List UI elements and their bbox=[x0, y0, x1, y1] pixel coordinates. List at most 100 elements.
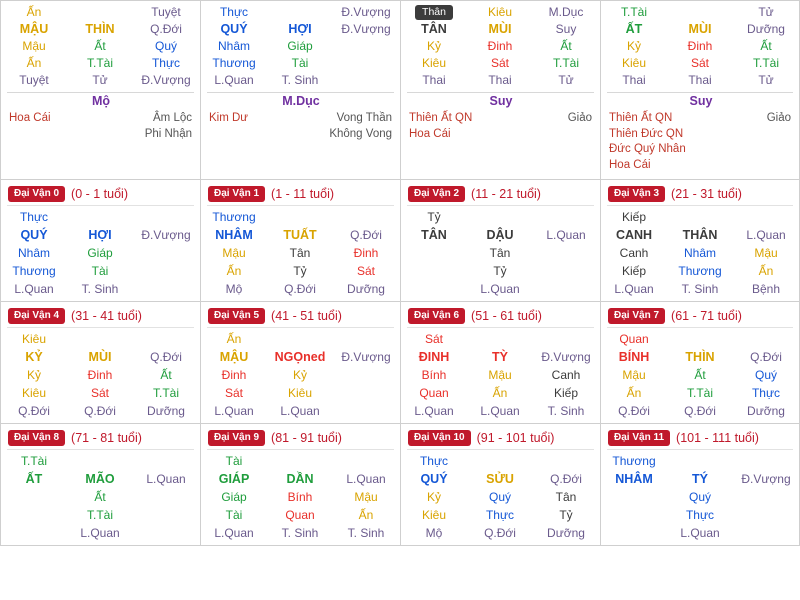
dai-van-term: QUÝ bbox=[420, 472, 448, 486]
dai-van-badge[interactable]: Đại Vận 7 bbox=[608, 307, 666, 324]
dai-van-divider bbox=[7, 449, 194, 450]
dai-van-term: T. Sinh bbox=[81, 282, 119, 296]
dai-van-divider bbox=[407, 205, 594, 206]
pillar-term: MẬU bbox=[19, 22, 49, 36]
dai-van-badge[interactable]: Đại Vận 2 bbox=[408, 185, 466, 202]
dai-van-term: Quý bbox=[754, 368, 777, 382]
dai-van-term: Thực bbox=[485, 508, 515, 522]
dai-van-term: Kiêu bbox=[21, 386, 47, 400]
dai-van-term: Kiếp bbox=[621, 210, 647, 224]
dai-van-badge[interactable]: Đại Vận 4 bbox=[8, 307, 66, 324]
dai-van-term: T.Tài bbox=[686, 386, 713, 400]
dai-van-term: Thực bbox=[751, 386, 781, 400]
than-marker: Thân bbox=[401, 4, 467, 21]
pillar-year[interactable]: T.Tài ẤT Kỷ Kiêu Thai MÙI Đinh Sát Thai Tử Dưỡng Ất… bbox=[600, 0, 800, 180]
dai-van-badge[interactable]: Đại Vận 6 bbox=[408, 307, 466, 324]
dai-van-cell[interactable]: Đại Vận 4 (31 - 41 tuổi) Kiêu KỶ Kỷ Kiêu Q.Đới… bbox=[0, 302, 200, 424]
dai-van-cell[interactable]: Đại Vận 2 (11 - 21 tuổi) Tỷ TÂN DẬU Tân Tỷ L.Qu… bbox=[400, 180, 600, 302]
dai-van-badge[interactable]: Đại Vận 0 bbox=[8, 185, 66, 202]
pillar-stem-branch-grid: T.Tài ẤT Kỷ Kiêu Thai MÙI Đinh Sát Thai Tử Dưỡng Ất… bbox=[601, 1, 799, 89]
dai-van-term: NHÂM bbox=[215, 228, 253, 242]
dai-van-term-grid: Tài GIÁP Giáp Tài L.Quan DẦN Bính Quan T. Sinh L.… bbox=[201, 452, 401, 542]
dai-van-cell[interactable]: Đại Vận 1 (1 - 11 tuổi) Thương NHÂM Mậu Ấn Mộ T… bbox=[200, 180, 400, 302]
dai-van-cell[interactable]: Đại Vận 5 (41 - 51 tuổi) Ấn MẬU Đinh Sát L.Qua… bbox=[200, 302, 400, 424]
dai-van-term: MÙI bbox=[88, 350, 112, 364]
dai-van-cell[interactable]: Đại Vận 7 (61 - 71 tuổi) Quan BÍNH Mậu Ấn Q.Đớ… bbox=[600, 302, 800, 424]
pillar-term: ẤT bbox=[625, 22, 643, 36]
dai-van-term: THÂN bbox=[682, 228, 718, 242]
pillar-stem-branch-grid: Ấn MẬU Mậu Ấn Tuyệt THÌN Ất T.Tài Tử Tuyệt Q.Đới Qu… bbox=[1, 1, 200, 89]
dai-van-term: L.Quan bbox=[480, 282, 520, 296]
dai-van-term: NHÂM bbox=[615, 472, 653, 486]
dai-van-term: Bệnh bbox=[751, 282, 781, 296]
pillar-term: MÙI bbox=[688, 22, 712, 36]
dai-van-term: Kiêu bbox=[421, 508, 447, 522]
dai-van-term: Mộ bbox=[425, 526, 443, 540]
dai-van-badge[interactable]: Đại Vận 8 bbox=[8, 429, 66, 446]
nap-am-stage: M.Dục bbox=[282, 94, 320, 108]
pillar-term: T.Tài bbox=[752, 56, 779, 70]
pillar-term: Tuyệt bbox=[151, 5, 181, 19]
pillar-term: Q.Đới bbox=[150, 22, 182, 36]
dai-van-term-grid: Sát ĐINH Bính Quan L.Quan TỲ Mậu Ấn L.Quan Đ.Vượn… bbox=[401, 330, 601, 420]
pillar-term: L.Quan bbox=[214, 73, 254, 87]
pillar-term: Kỷ bbox=[426, 39, 441, 53]
dai-van-term: THÌN bbox=[685, 350, 715, 364]
than-sat-right-list: Giảo bbox=[699, 111, 791, 127]
dai-van-term: Ất bbox=[94, 490, 106, 504]
dai-van-term: ẤT bbox=[25, 472, 43, 486]
pillar-term: THÌN bbox=[85, 22, 115, 36]
dai-van-term: Ất bbox=[160, 368, 172, 382]
pillar-stem-branch-grid: Thân TÂN Kỷ Kiêu Thai Kiêu MÙI Đinh Sát Thai M.Dục… bbox=[401, 1, 600, 89]
dai-van-divider bbox=[7, 327, 194, 328]
dai-van-cell[interactable]: Đại Vận 0 (0 - 1 tuổi) Thực QUÝ Nhâm Thương L.… bbox=[0, 180, 200, 302]
pillar-hour[interactable]: Ấn MẬU Mậu Ấn Tuyệt THÌN Ất T.Tài Tử Tuyệt Q.Đới Qu… bbox=[0, 0, 200, 180]
pillar-stem-branch-grid: Thực QUÝ Nhâm Thương L.Quan HỢI Giáp Tài T. Sinh… bbox=[201, 1, 400, 89]
dai-van-divider bbox=[407, 449, 594, 450]
dai-van-term: DẬU bbox=[486, 228, 514, 242]
dai-van-cell[interactable]: Đại Vận 8 (71 - 81 tuổi) T.Tài ẤT MÃO Ất T.Tài… bbox=[0, 424, 200, 546]
dai-van-badge[interactable]: Đại Vận 10 bbox=[408, 429, 471, 446]
pillar-term: Kỷ bbox=[626, 39, 641, 53]
than-sat-item: Phi Nhận bbox=[144, 127, 192, 140]
dai-van-term: QUÝ bbox=[20, 228, 48, 242]
pillar-day[interactable]: Thực QUÝ Nhâm Thương L.Quan HỢI Giáp Tài T. Sinh… bbox=[200, 0, 400, 180]
pillar-month[interactable]: Thân TÂN Kỷ Kiêu Thai Kiêu MÙI Đinh Sát Thai M.Dục… bbox=[400, 0, 600, 180]
dai-van-term-grid: Thực QUÝ Nhâm Thương L.Quan HỢI Giáp Tài T. Sinh… bbox=[1, 208, 201, 298]
dai-van-header: Đại Vận 9 (81 - 91 tuổi) bbox=[208, 429, 342, 447]
than-sat-item: Thiên Đức QN bbox=[609, 127, 684, 140]
dai-van-term: Kiêu bbox=[21, 332, 47, 346]
pillar-term: T.Tài bbox=[620, 5, 647, 19]
pillar-term: Đ.Vượng bbox=[341, 5, 391, 19]
dai-van-term: L.Quan bbox=[346, 472, 386, 486]
dai-van-term: Quan bbox=[619, 332, 649, 346]
dai-van-term: Q.Đới bbox=[550, 472, 582, 486]
than-sat-item: Thiên Ất QN bbox=[609, 112, 673, 124]
dai-van-term: Kỷ bbox=[292, 368, 307, 382]
nap-am-stage: Suy bbox=[689, 94, 713, 108]
dai-van-badge[interactable]: Đại Vận 1 bbox=[208, 185, 266, 202]
dai-van-term: Mậu bbox=[354, 490, 378, 504]
dai-van-term: Thực bbox=[685, 508, 715, 522]
dai-van-badge[interactable]: Đại Vận 11 bbox=[608, 429, 671, 446]
dai-van-badge[interactable]: Đại Vận 5 bbox=[208, 307, 266, 324]
dai-van-cell[interactable]: Đại Vận 10 (91 - 101 tuổi) Thực QUÝ Kỷ Kiêu Mộ… bbox=[400, 424, 600, 546]
dai-van-term: T. Sinh bbox=[347, 526, 385, 540]
dai-van-term: Quan bbox=[419, 386, 449, 400]
dai-van-term: Sát bbox=[90, 386, 109, 400]
dai-van-term-grid: Thực QUÝ Kỷ Kiêu Mộ SỬU Quý Thực Q.Đới Q.Đới Tân Tỷ… bbox=[401, 452, 601, 542]
pillar-term: T.Tài bbox=[552, 56, 579, 70]
dai-van-cell[interactable]: Đại Vận 11 (101 - 111 tuổi) Thương NHÂM TÝ Qu… bbox=[600, 424, 800, 546]
dai-van-term: Q.Đới bbox=[750, 350, 782, 364]
than-sat-right-list: Vong Thần Không Vong bbox=[300, 111, 392, 142]
than-sat-right-list: Giảo bbox=[500, 111, 592, 127]
dai-van-term: CANH bbox=[615, 228, 653, 242]
dai-van-cell[interactable]: Đại Vận 3 (21 - 31 tuổi) Kiếp CANH Canh Kiếp L… bbox=[600, 180, 800, 302]
dai-van-cell[interactable]: Đại Vận 6 (51 - 61 tuổi) Sát ĐINH Bính Quan L.… bbox=[400, 302, 600, 424]
dai-van-cell[interactable]: Đại Vận 9 (81 - 91 tuổi) Tài GIÁP Giáp Tài L.Q… bbox=[200, 424, 400, 546]
dai-van-badge[interactable]: Đại Vận 3 bbox=[608, 185, 666, 202]
dai-van-term: Tân bbox=[555, 490, 577, 504]
dai-van-badge[interactable]: Đại Vận 9 bbox=[208, 429, 266, 446]
dai-van-term: Mậu bbox=[622, 368, 646, 382]
pillar-term: Tuyệt bbox=[19, 73, 49, 87]
